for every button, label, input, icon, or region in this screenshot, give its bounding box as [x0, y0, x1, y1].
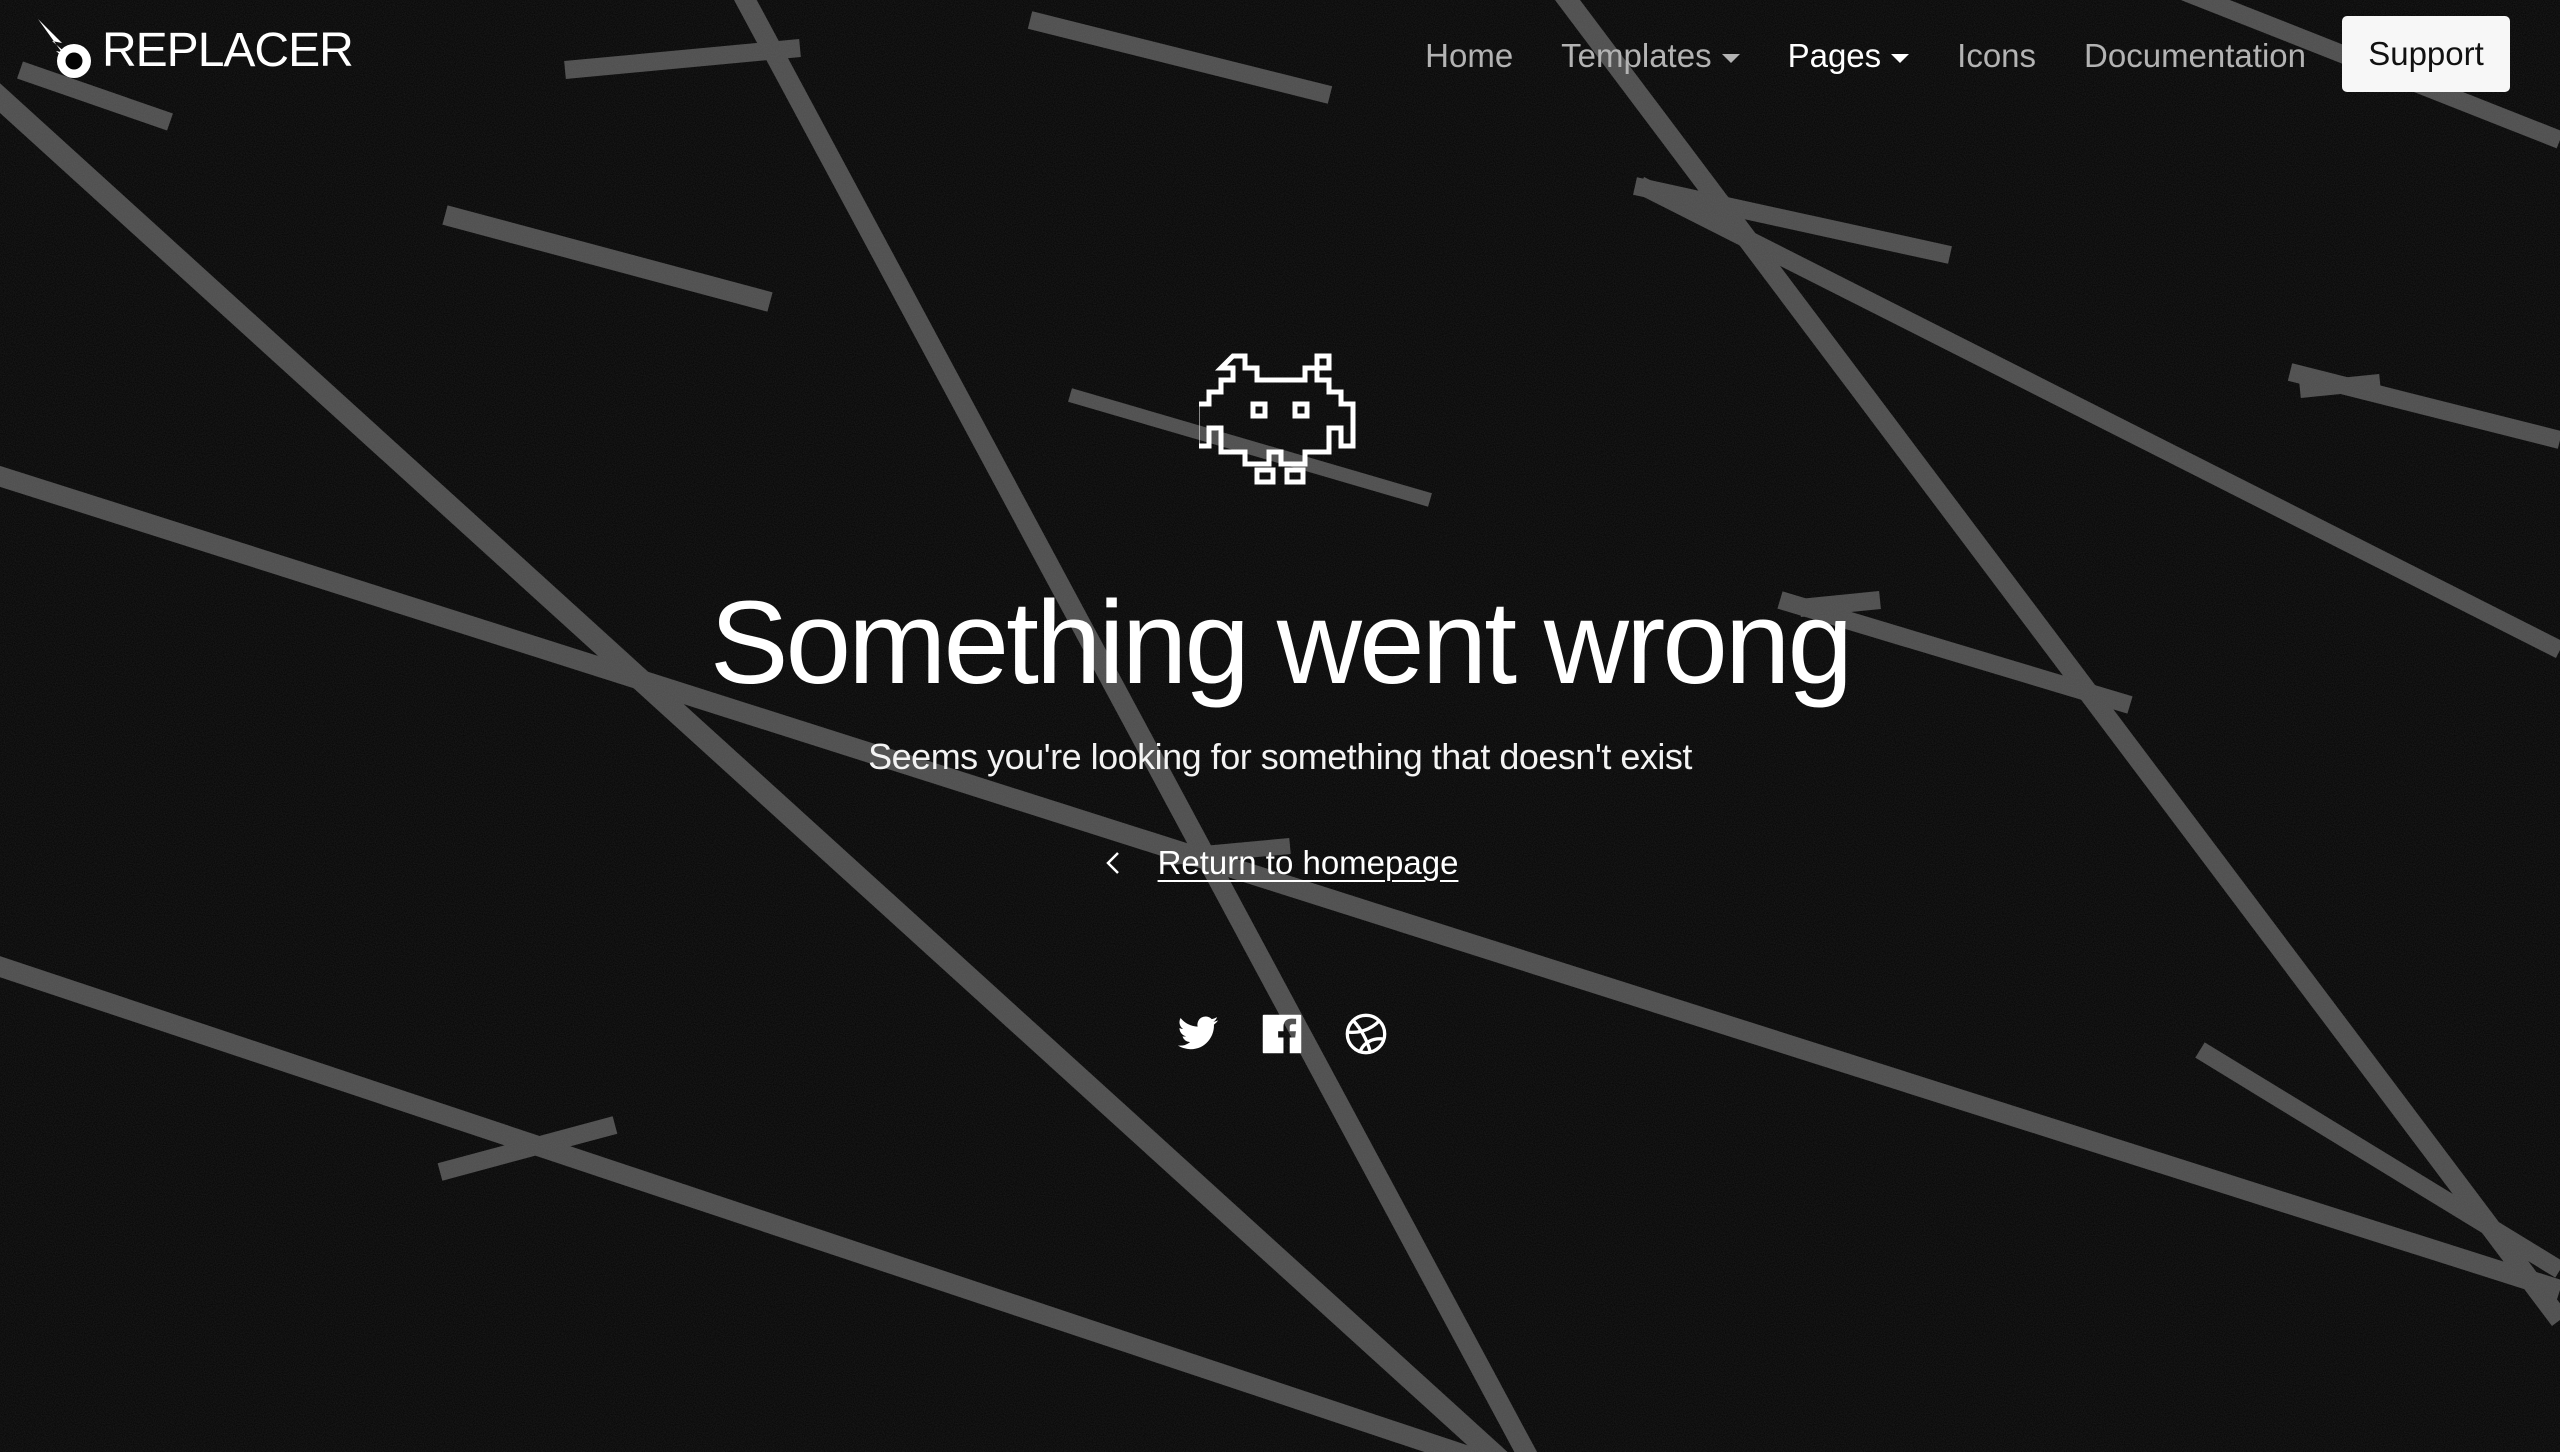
twitter-icon [1177, 1016, 1219, 1050]
error-content: Something went wrong Seems you're lookin… [0, 350, 2560, 1056]
navbar: REPLACER Home Templates Pages Icons Docu… [0, 0, 2560, 110]
page-subtitle: Seems you're looking for something that … [868, 735, 1692, 777]
caret-down-icon [1721, 53, 1740, 63]
nav-item-home[interactable]: Home [1425, 37, 1513, 75]
twitter-link[interactable] [1176, 1012, 1220, 1056]
nav-menu: Home Templates Pages Icons Documentation [1377, 28, 2306, 84]
page-title: Something went wrong [709, 577, 1853, 709]
nav-item-templates[interactable]: Templates [1561, 37, 1740, 75]
error-page: REPLACER Home Templates Pages Icons Docu… [0, 0, 2560, 1452]
nav-item-icons[interactable]: Icons [1957, 37, 2036, 75]
nav-item-label: Home [1425, 37, 1514, 74]
nav-item-label: Icons [1957, 37, 2037, 74]
nav-item-label: Documentation [2084, 37, 2306, 74]
social-links [4, 1012, 2560, 1056]
dribbble-link[interactable] [1344, 1012, 1388, 1056]
nav-item-label: Templates [1561, 37, 1712, 74]
nav-item-label: Pages [1787, 37, 1882, 74]
space-invader-icon [1199, 353, 1356, 485]
return-home-link[interactable]: Return to homepage [1102, 843, 1459, 882]
nav-item-documentation[interactable]: Documentation [2084, 37, 2306, 75]
comet-icon [38, 19, 91, 78]
return-home-label: Return to homepage [1157, 843, 1459, 881]
support-button[interactable]: Support [2342, 16, 2510, 92]
nav-item-pages[interactable]: Pages [1788, 37, 1910, 75]
chevron-left-icon [1105, 852, 1119, 874]
dribbble-icon [1345, 1013, 1387, 1055]
caret-down-icon [1891, 53, 1910, 63]
facebook-icon [1262, 1014, 1302, 1054]
brand-name: REPLACER [102, 24, 354, 77]
brand-logo[interactable]: REPLACER [32, 16, 354, 86]
facebook-link[interactable] [1260, 1012, 1304, 1056]
